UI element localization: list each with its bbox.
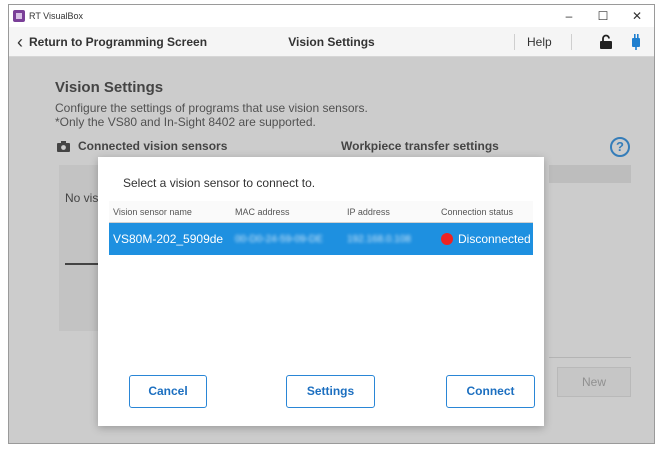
title-bar: RT VisualBox – ☐ ✕ <box>9 5 654 27</box>
app-header: ‹ Return to Programming Screen Vision Se… <box>9 27 654 57</box>
sensor-table-header: Vision sensor name MAC address IP addres… <box>109 201 533 223</box>
sensor-table: Vision sensor name MAC address IP addres… <box>109 201 533 255</box>
select-sensor-dialog: Select a vision sensor to connect to. Vi… <box>98 157 544 426</box>
close-button[interactable]: ✕ <box>620 5 654 27</box>
column-header-ip: IP address <box>347 207 390 217</box>
column-header-mac: MAC address <box>235 207 290 217</box>
status-dot-icon <box>441 233 453 245</box>
header-divider <box>571 34 572 50</box>
column-header-name: Vision sensor name <box>113 207 192 217</box>
dialog-prompt: Select a vision sensor to connect to. <box>123 176 316 190</box>
return-button[interactable]: ‹ Return to Programming Screen <box>17 27 207 57</box>
return-label: Return to Programming Screen <box>29 35 208 49</box>
power-plug-icon[interactable] <box>629 33 643 51</box>
header-divider <box>514 34 515 50</box>
help-button[interactable]: Help <box>527 27 552 57</box>
table-row[interactable]: VS80M-202_5909de 00-D0-24-59-09-DE 192.1… <box>109 223 533 255</box>
cancel-button[interactable]: Cancel <box>129 375 207 408</box>
connection-status-text: Disconnected <box>458 232 531 246</box>
sensor-name-cell: VS80M-202_5909de <box>113 232 224 246</box>
ip-address-cell: 192.168.0.108 <box>347 233 411 245</box>
minimize-button[interactable]: – <box>552 5 586 27</box>
column-header-status: Connection status <box>441 207 514 217</box>
mac-address-cell: 00-D0-24-59-09-DE <box>235 233 323 245</box>
connection-status-cell: Disconnected <box>437 232 533 246</box>
maximize-button[interactable]: ☐ <box>586 5 620 27</box>
window-title: RT VisualBox <box>29 11 84 21</box>
chevron-left-icon: ‹ <box>17 32 23 52</box>
app-logo-icon <box>13 10 25 22</box>
connect-button[interactable]: Connect <box>446 375 535 408</box>
lock-icon[interactable] <box>599 34 613 50</box>
settings-button[interactable]: Settings <box>286 375 375 408</box>
window-controls: – ☐ ✕ <box>552 5 654 27</box>
